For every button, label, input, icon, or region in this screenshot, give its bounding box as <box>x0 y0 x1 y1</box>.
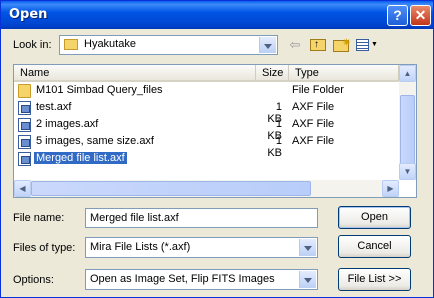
close-button[interactable]: ✕ <box>410 5 431 26</box>
scroll-down-button[interactable]: ▼ <box>399 163 416 180</box>
help-icon: ? <box>393 7 402 23</box>
folder-icon <box>18 84 31 98</box>
axf-file-icon <box>18 101 31 115</box>
list-item[interactable]: test.axf 1 KB AXF File <box>14 100 398 125</box>
list-item[interactable]: M101 Simbad Query_files File Folder <box>14 83 398 99</box>
close-icon: ✕ <box>414 7 427 23</box>
folder-icon <box>64 39 78 50</box>
scroll-thumb-horizontal[interactable] <box>31 181 311 196</box>
back-arrow-icon[interactable]: ⇦ <box>285 35 305 55</box>
file-type: File Folder <box>292 84 344 96</box>
file-type: AXF File <box>292 101 335 113</box>
file-list[interactable]: Name Size Type M101 Simbad Query_files F… <box>13 64 417 198</box>
scroll-left-button[interactable]: ◀ <box>14 180 31 197</box>
file-type: AXF File <box>292 118 335 130</box>
file-name: 2 images.axf <box>36 118 99 130</box>
file-name: 5 images, same size.axf <box>36 135 154 147</box>
dialog-title: Open <box>9 7 48 22</box>
axf-file-icon <box>18 135 31 149</box>
chevron-down-icon[interactable] <box>259 37 276 53</box>
new-folder-icon[interactable]: ✷ <box>331 35 351 55</box>
vertical-scrollbar[interactable]: ▲ ▼ <box>399 65 416 180</box>
file-type-label: Files of type: <box>13 242 76 254</box>
file-list-button[interactable]: File List >> <box>338 268 411 291</box>
open-button[interactable]: Open <box>338 206 411 229</box>
file-type-select[interactable]: Mira File Lists (*.axf) <box>85 237 318 258</box>
horizontal-scrollbar[interactable]: ◀ ▶ <box>14 180 399 197</box>
view-menu-icon[interactable]: ▼ <box>354 35 378 55</box>
file-name-value: Merged file list.axf <box>90 212 179 224</box>
scroll-up-button[interactable]: ▲ <box>399 65 416 82</box>
file-type: AXF File <box>292 135 335 147</box>
title-bar[interactable]: Open ? ✕ <box>1 1 433 29</box>
look-in-combo[interactable]: Hyakutake <box>59 35 278 55</box>
help-button[interactable]: ? <box>387 5 408 26</box>
scroll-thumb-vertical[interactable] <box>400 95 415 165</box>
column-header-type[interactable]: Type <box>289 65 399 82</box>
file-name-label: File name: <box>13 212 65 224</box>
file-name: Merged file list.axf <box>33 151 128 165</box>
look-in-label: Look in: <box>13 39 52 51</box>
file-name-field[interactable]: Merged file list.axf <box>85 208 318 228</box>
cancel-button[interactable]: Cancel <box>338 235 411 258</box>
options-value: Open as Image Set, Flip FITS Images <box>90 273 275 285</box>
column-header-name[interactable]: Name <box>14 65 256 82</box>
chevron-down-icon[interactable] <box>299 239 316 256</box>
open-dialog: Open ? ✕ Look in: Hyakutake ⇦ ↑ ✷ ▼ Name… <box>0 0 434 298</box>
axf-file-icon <box>18 118 31 132</box>
up-folder-icon[interactable]: ↑ <box>308 35 328 55</box>
file-type-value: Mira File Lists (*.axf) <box>90 241 191 253</box>
scroll-right-button[interactable]: ▶ <box>382 180 399 197</box>
list-item-selected[interactable]: Merged file list.axf <box>14 151 398 167</box>
options-select[interactable]: Open as Image Set, Flip FITS Images <box>85 269 318 290</box>
chevron-down-icon[interactable] <box>299 271 316 288</box>
look-in-value: Hyakutake <box>84 38 136 50</box>
axf-file-icon <box>18 152 31 166</box>
options-label: Options: <box>13 274 54 286</box>
file-name: M101 Simbad Query_files <box>36 84 163 96</box>
list-item[interactable]: 2 images.axf 1 KB AXF File <box>14 117 398 142</box>
column-header-size[interactable]: Size <box>256 65 289 82</box>
file-name: test.axf <box>36 101 72 113</box>
list-item[interactable]: 5 images, same size.axf 1 KB AXF File <box>14 134 398 159</box>
